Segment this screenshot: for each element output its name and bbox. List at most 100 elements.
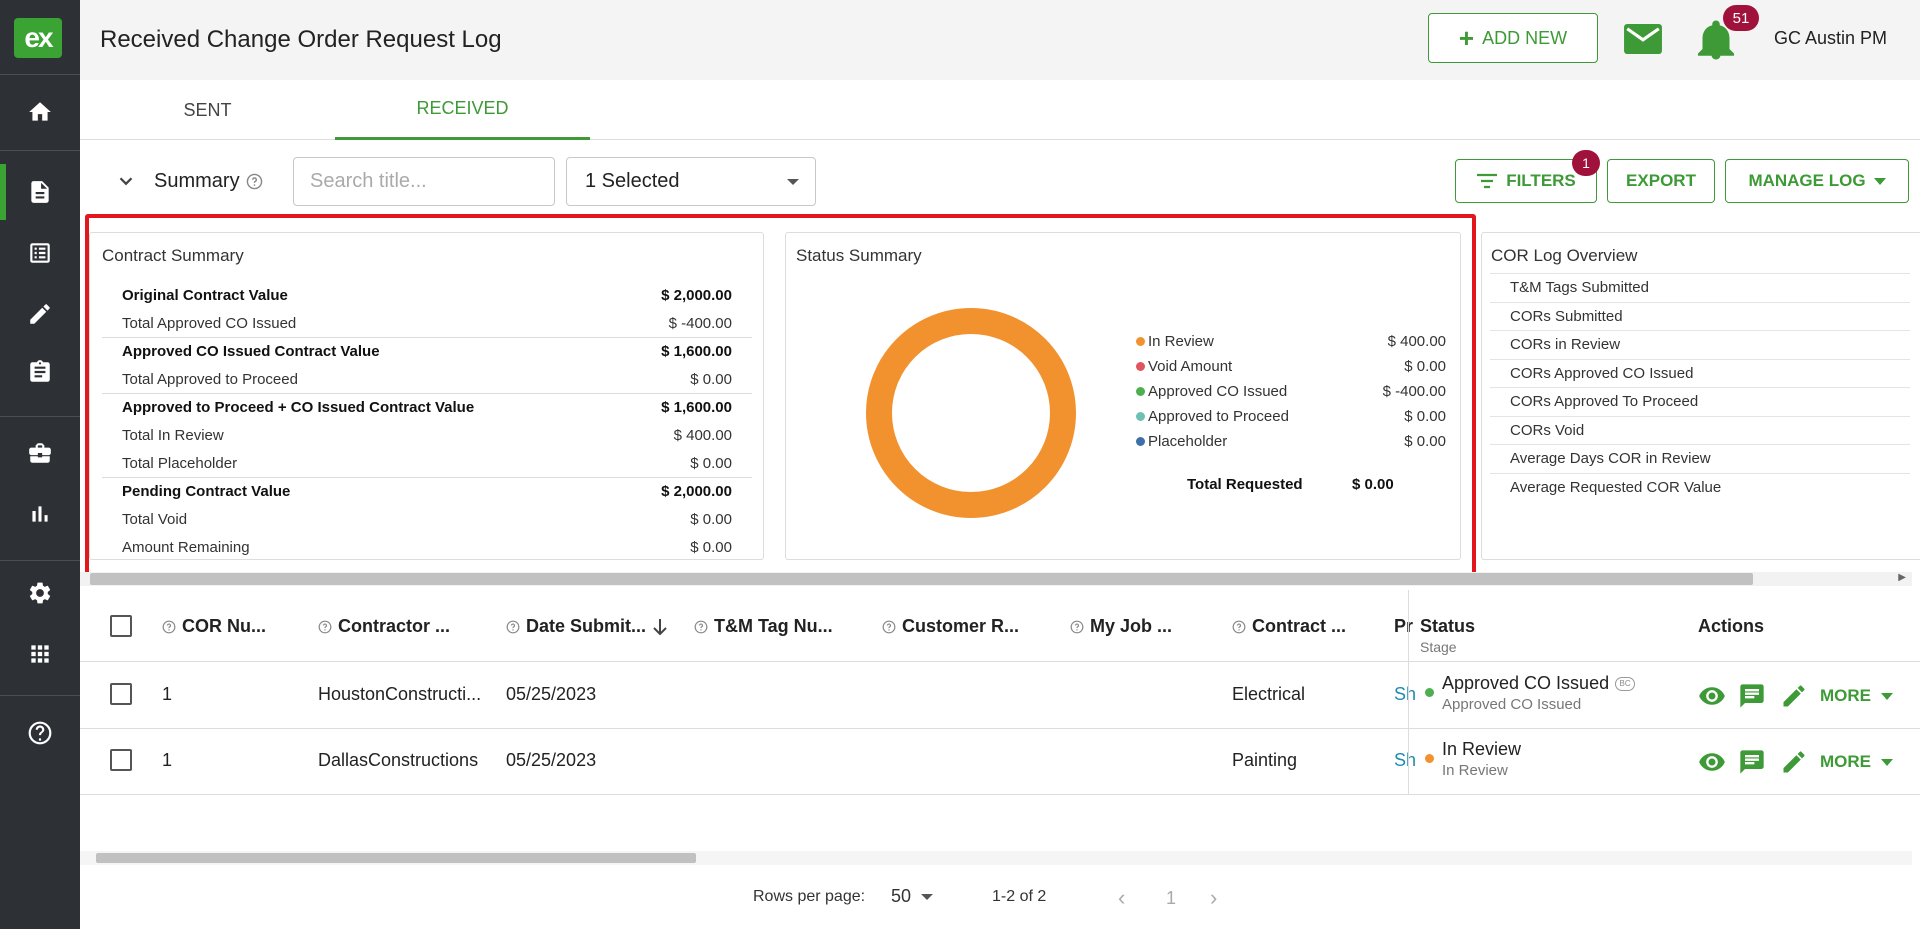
caret-down-icon <box>1881 758 1893 766</box>
column-header-label: My Job ... <box>1090 616 1173 636</box>
gear-icon[interactable] <box>0 565 80 621</box>
column-header-label: COR Nu... <box>182 616 266 636</box>
cell-contract: Electrical <box>1232 684 1306 704</box>
next-page-icon[interactable]: › <box>1210 885 1217 911</box>
status-text: In Review <box>1442 739 1522 759</box>
table-row[interactable]: 1 HoustonConstructi... 05/25/2023 Electrica… <box>80 663 1920 729</box>
cell-date: 05/25/2023 <box>506 750 597 770</box>
table-row[interactable]: 1 DallasConstructions 05/25/2023 Painting Sh… <box>80 729 1920 795</box>
column-header[interactable]: Contract ... <box>1232 616 1346 637</box>
apps-grid-icon[interactable] <box>0 626 80 682</box>
scrollbar-thumb[interactable] <box>96 853 696 863</box>
user-name[interactable]: GC Austin PM <box>1774 28 1887 49</box>
comment-icon[interactable] <box>1738 748 1766 776</box>
overview-row: CORs Void <box>1490 415 1910 444</box>
rows-per-page-label: Rows per page: <box>753 888 866 905</box>
add-new-button[interactable]: + ADD NEW <box>1428 13 1598 63</box>
column-header[interactable]: Pr <box>1394 616 1413 637</box>
more-button[interactable]: MORE <box>1820 686 1893 706</box>
list-icon[interactable] <box>0 225 80 281</box>
summary-horizontal-scrollbar[interactable]: ▶ <box>80 572 1912 586</box>
highlight-box <box>85 214 1476 579</box>
overview-row: Average Requested COR Value <box>1490 472 1910 501</box>
tab-bar: SENT RECEIVED <box>80 80 1920 140</box>
help-circle-icon <box>318 620 332 633</box>
app-logo[interactable]: ex <box>14 18 62 58</box>
prev-page-icon[interactable]: ‹ <box>1118 885 1125 911</box>
search-input[interactable] <box>293 157 555 206</box>
cell-pr[interactable]: Sh <box>1394 750 1416 771</box>
chevron-down-icon[interactable] <box>115 170 137 192</box>
pencil-icon[interactable] <box>0 286 80 342</box>
view-eye-icon[interactable] <box>1698 682 1726 710</box>
current-page[interactable]: 1 <box>1166 888 1176 909</box>
filter-select[interactable]: 1 Selected <box>566 157 816 206</box>
cell-contractor: HoustonConstructi... <box>318 684 482 704</box>
overview-row: CORs Approved To Proceed <box>1490 387 1910 415</box>
column-header[interactable]: T&M Tag Nu... <box>694 616 833 637</box>
actions-column-header: Actions <box>1698 616 1765 636</box>
help-circle-icon <box>162 620 176 633</box>
stage-text: Approved CO Issued <box>1442 696 1582 713</box>
pagination-range: 1-2 of 2 <box>992 888 1047 905</box>
scroll-right-arrow-icon[interactable]: ▶ <box>1898 572 1906 583</box>
cell-cor: 1 <box>162 684 173 704</box>
select-all-checkbox[interactable] <box>110 615 132 637</box>
cell-pr[interactable]: Sh <box>1394 684 1416 705</box>
column-header[interactable]: Contractor ... <box>318 616 450 637</box>
manage-log-button[interactable]: MANAGE LOG <box>1725 159 1909 203</box>
help-circle-icon <box>1232 620 1246 633</box>
stage-text: In Review <box>1442 762 1508 779</box>
status-text: Approved CO Issued <box>1442 673 1610 693</box>
view-eye-icon[interactable] <box>1698 748 1726 776</box>
column-header[interactable]: Customer R... <box>882 616 1019 637</box>
mail-icon[interactable] <box>1624 24 1662 54</box>
caret-down-icon <box>1881 692 1893 700</box>
row-checkbox[interactable] <box>110 749 132 771</box>
tab-sent[interactable]: SENT <box>80 80 335 140</box>
cell-contractor: DallasConstructions <box>318 750 479 770</box>
column-header[interactable]: Date Submit... <box>506 616 668 637</box>
tab-received[interactable]: RECEIVED <box>335 80 590 140</box>
row-checkbox[interactable] <box>110 683 132 705</box>
column-header[interactable]: COR Nu... <box>162 616 266 637</box>
column-header[interactable]: My Job ... <box>1070 616 1172 637</box>
help-circle-icon[interactable] <box>246 173 263 190</box>
column-header-label: Contractor ... <box>338 616 451 636</box>
status-cell: Approved CO Issued BC Approved CO Issued <box>1442 673 1636 713</box>
column-header-label: Pr <box>1394 616 1414 636</box>
overview-row: T&M Tags Submitted <box>1490 273 1910 301</box>
table-horizontal-scrollbar[interactable] <box>80 851 1912 865</box>
more-button[interactable]: MORE <box>1820 752 1893 772</box>
notification-badge: 51 <box>1723 5 1759 31</box>
filter-lines-icon <box>1477 173 1498 189</box>
edit-pencil-icon[interactable] <box>1780 748 1808 776</box>
caret-down-icon <box>921 893 934 900</box>
cor-table: COR Nu... Contractor ... Date Submit... T&M… <box>80 590 1920 855</box>
scrollbar-thumb[interactable] <box>90 573 1753 585</box>
help-circle-icon <box>694 620 708 633</box>
comment-icon[interactable] <box>1738 682 1766 710</box>
clipboard-icon[interactable] <box>0 344 80 400</box>
cell-contract: Painting <box>1232 750 1298 770</box>
status-dot <box>1425 688 1434 697</box>
column-header-label: Date Submit... <box>526 616 647 636</box>
sticky-column-divider <box>1408 590 1409 795</box>
top-bar: Received Change Order Request Log + ADD N… <box>80 0 1920 80</box>
sort-arrow-down-icon <box>653 618 667 635</box>
overview-row: CORs Submitted <box>1490 301 1910 330</box>
status-column-header[interactable]: Status Stage <box>1420 616 1475 655</box>
document-icon[interactable] <box>0 164 80 220</box>
briefcase-icon[interactable] <box>0 425 80 481</box>
column-header-label: Contract ... <box>1252 616 1347 636</box>
bar-chart-icon[interactable] <box>0 486 80 542</box>
export-button[interactable]: EXPORT <box>1607 159 1715 203</box>
rows-per-page-select[interactable]: 50 <box>891 886 934 907</box>
edit-pencil-icon[interactable] <box>1780 682 1808 710</box>
home-icon[interactable] <box>0 84 80 140</box>
cell-date: 05/25/2023 <box>506 684 597 704</box>
overview-row: Average Days COR in Review <box>1490 444 1910 472</box>
plus-icon: + <box>1458 23 1475 53</box>
column-header-label: T&M Tag Nu... <box>714 616 833 636</box>
help-icon[interactable] <box>0 705 80 761</box>
